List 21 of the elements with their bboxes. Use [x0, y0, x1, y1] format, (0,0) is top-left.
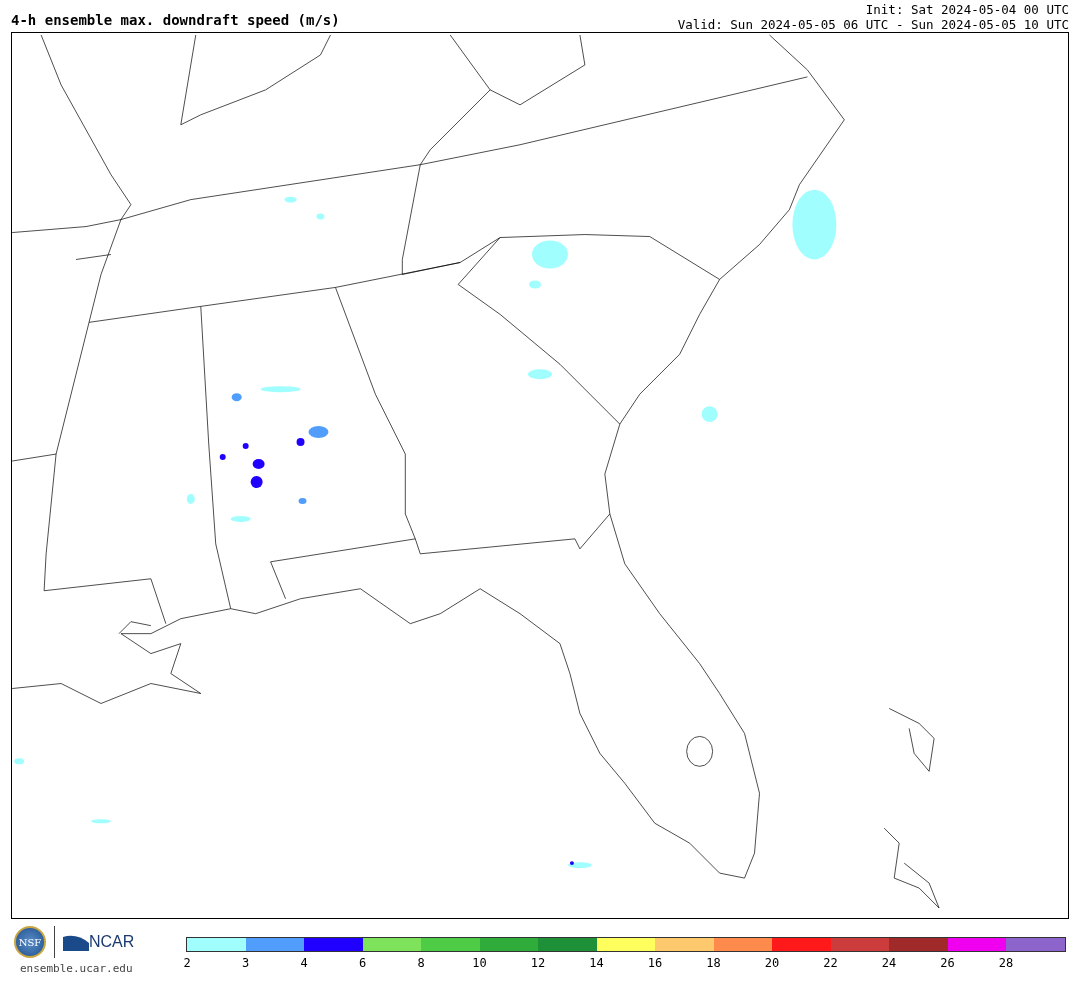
tick-label: 20: [764, 956, 780, 970]
valid-time: Valid: Sun 2024-05-05 06 UTC - Sun 2024-05-05 10 UTC: [677, 17, 1069, 32]
tick-label: 26: [940, 956, 955, 970]
tick-label: 16: [647, 956, 663, 970]
tick-label: 2: [183, 956, 191, 970]
tick-label: 4: [300, 956, 308, 970]
tick-label: 12: [530, 956, 546, 970]
site-url: ensemble.ucar.edu: [20, 962, 133, 975]
tick-label: 10: [472, 956, 487, 970]
tick-label: 24: [881, 956, 897, 970]
tick-label: 18: [706, 956, 721, 970]
tick-label: 6: [358, 956, 367, 970]
nsf-logo: NSF: [14, 926, 46, 958]
tick-label: 3: [241, 956, 250, 970]
tick-label: 28: [998, 956, 1014, 970]
tick-label: 22: [823, 956, 838, 970]
chart-title: 4-h ensemble max. downdraft speed (m/s): [11, 12, 340, 30]
ncar-logo: NCAR: [63, 933, 135, 951]
tick-label: 14: [589, 956, 604, 970]
init-time: Init: Sat 2024-05-04 00 UTC: [864, 2, 1069, 17]
tick-label: 8: [417, 956, 425, 970]
